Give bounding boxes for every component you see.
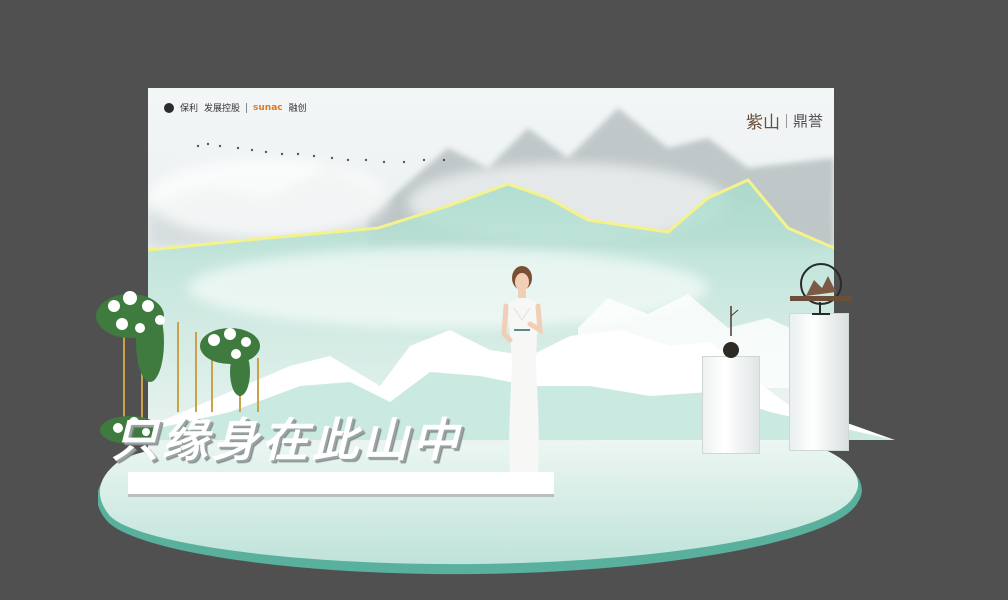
display-plinth-tall [789,313,849,451]
project-logo: 紫山 鼎誉 [746,108,823,133]
poly-holdings-name: 发展控股 [204,104,241,114]
stage-scene: 保利 发展控股 sunac 融创 紫山 鼎誉 只缘身在此山中 [0,0,1008,600]
vase-ornament [723,306,739,358]
sponsor-logos: 保利 发展控股 sunac 融创 [164,101,307,114]
rock-sculpture-ornament [790,263,852,315]
slogan-text: 只缘身在此山中 [112,413,462,467]
sunac-cn-name: 融创 [288,104,307,114]
project-logo-divider [786,113,787,128]
logo-divider [246,102,248,113]
sunac-name: sunac [253,102,283,113]
slogan-base-bar [128,472,554,497]
display-plinth-short [702,356,760,454]
project-title: 鼎誉 [793,112,824,130]
slogan-sign: 只缘身在此山中 [112,404,572,474]
poly-name: 保利 [180,104,199,114]
poly-logo-icon [164,102,174,113]
project-name: 紫山 [746,113,780,133]
